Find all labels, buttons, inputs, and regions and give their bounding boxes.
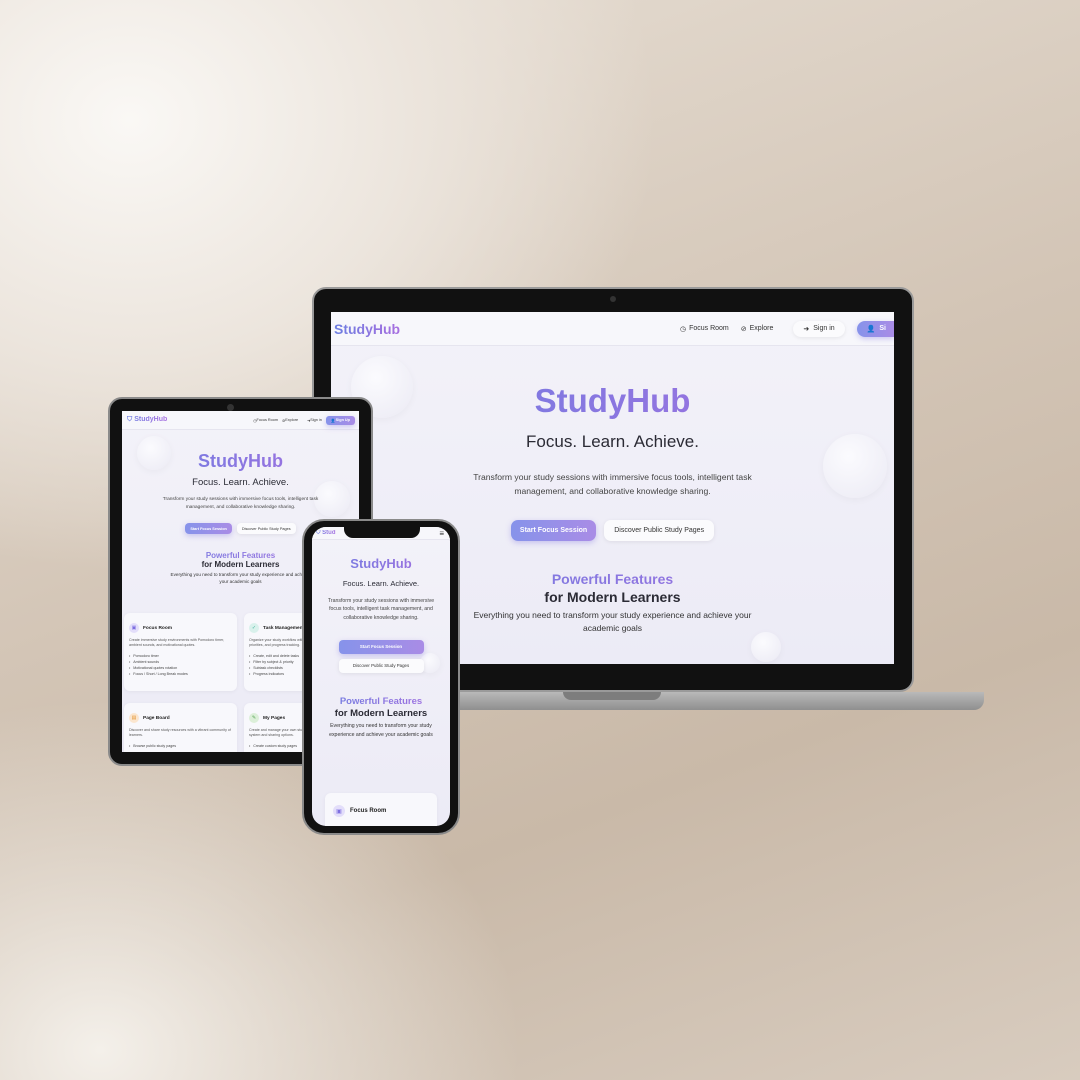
- decor-bubble: [751, 632, 781, 662]
- hero-title: StudyHub: [312, 556, 450, 571]
- phone-notch: [344, 527, 420, 538]
- laptop-navbar: StudyHub ◷ Focus Room ⊘ Explore ➜ Sign in 👤…: [331, 312, 894, 346]
- hero-tagline: Focus. Learn. Achieve.: [526, 432, 699, 451]
- discover-pages-button[interactable]: Discover Public Study Pages: [338, 658, 424, 673]
- brand-logo[interactable]: ⛉ Stud: [316, 530, 336, 537]
- sign-in-button[interactable]: ➜ Sign in: [307, 418, 322, 423]
- hero-description: Transform your study sessions with immer…: [473, 472, 752, 496]
- sign-up-button[interactable]: 👤 Sign Up: [325, 415, 355, 425]
- hero-tagline: Focus. Learn. Achieve.: [192, 477, 289, 488]
- hero-tagline: Focus. Learn. Achieve.: [342, 579, 420, 588]
- tablet-camera: [227, 404, 234, 411]
- discover-pages-button[interactable]: Discover Public Study Pages: [604, 520, 715, 541]
- clock-icon: ◷: [679, 325, 687, 333]
- start-focus-session-button[interactable]: Start Focus Session: [185, 523, 232, 534]
- brand-logo[interactable]: StudyHub: [334, 321, 400, 337]
- tablet-navbar: ⛉ StudyHub ◷ Focus Room ⊘ Explore ➜ Sign…: [122, 411, 359, 430]
- focus-room-icon: ▣: [129, 623, 139, 633]
- features-heading: Powerful Features: [312, 696, 450, 707]
- page-board-icon: ▤: [129, 713, 139, 723]
- feature-card-focus-room[interactable]: ▣ Focus Room: [325, 793, 437, 826]
- discover-pages-button[interactable]: Discover Public Study Pages: [236, 523, 296, 534]
- nav-explore[interactable]: ⊘ Explore: [282, 418, 298, 423]
- task-icon: ✓: [249, 623, 259, 633]
- sign-in-button[interactable]: ➜ Sign in: [793, 320, 845, 337]
- hero-title: StudyHub: [122, 451, 359, 472]
- my-pages-icon: ✎: [249, 713, 259, 723]
- features-subheading: Everything you need to transform your st…: [473, 610, 752, 633]
- feature-card-focus-room[interactable]: ▣ Focus Room Create immersive study envi…: [124, 613, 237, 691]
- features-subheading: Everything you need to transform your st…: [170, 572, 311, 584]
- focus-room-icon: ▣: [333, 805, 345, 817]
- hamburger-menu-icon[interactable]: ≡: [439, 529, 444, 538]
- hero-title: StudyHub: [331, 382, 894, 420]
- features-subheading: Everything you need to transform your st…: [329, 722, 433, 738]
- nav-focus-room[interactable]: ◷ Focus Room: [680, 325, 729, 333]
- nav-explore[interactable]: ⊘ Explore: [741, 325, 774, 333]
- start-focus-session-button[interactable]: Start Focus Session: [338, 639, 424, 654]
- laptop-camera: [610, 296, 616, 302]
- compass-icon: ⊘: [740, 325, 747, 333]
- start-focus-session-button[interactable]: Start Focus Session: [510, 520, 597, 541]
- laptop-notch: [563, 692, 661, 700]
- sign-in-icon: ➜: [803, 325, 810, 333]
- hero-description: Transform your study sessions with immer…: [327, 598, 435, 621]
- sign-up-button[interactable]: 👤 Si: [856, 320, 894, 337]
- feature-card-page-board[interactable]: ▤ Page Board Discover and share study re…: [124, 703, 237, 752]
- phone-screen: ⛉ Stud ≡ StudyHub Focus. Learn. Achieve.…: [312, 527, 450, 826]
- nav-focus-room[interactable]: ◷ Focus Room: [253, 418, 278, 423]
- brand-logo[interactable]: ⛉ StudyHub: [127, 416, 167, 424]
- user-plus-icon: 👤: [866, 325, 876, 333]
- features-heading-sub: for Modern Learners: [334, 707, 428, 719]
- hero-description: Transform your study sessions with immer…: [162, 497, 319, 510]
